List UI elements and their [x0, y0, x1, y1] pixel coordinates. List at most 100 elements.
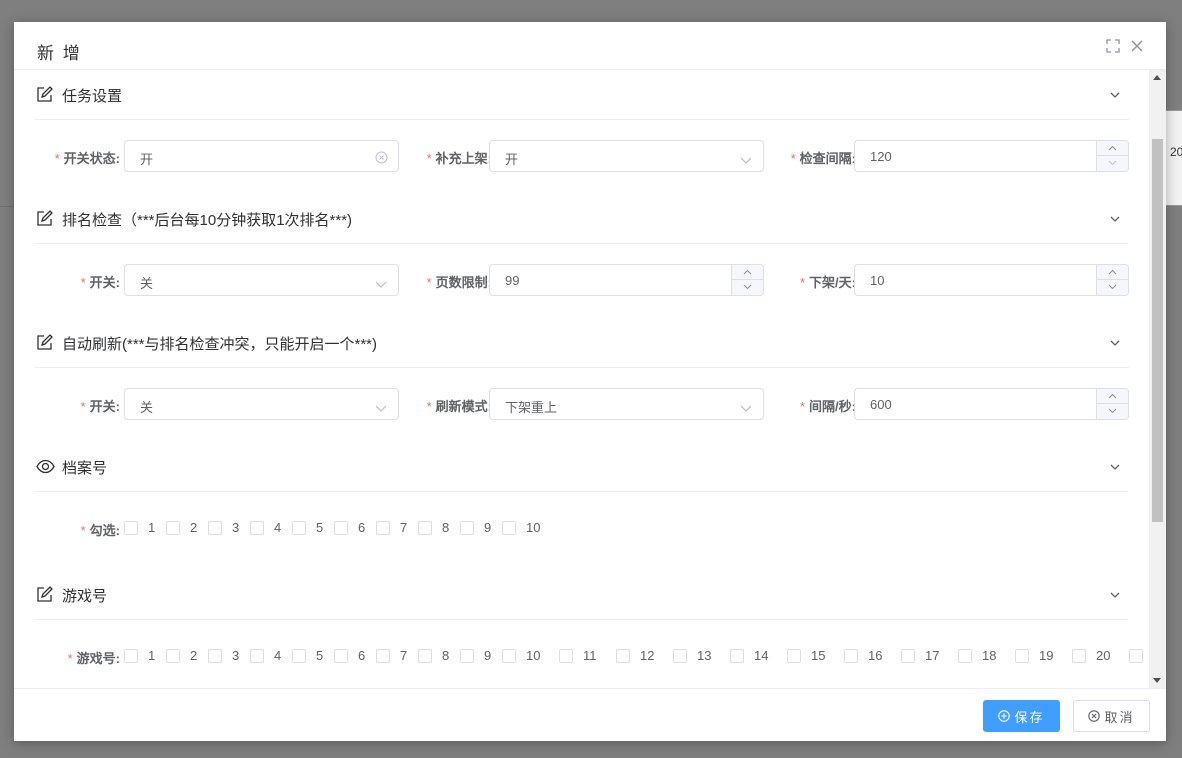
ranking-switch-value: 关: [140, 276, 154, 291]
game-check-label: * 游戏号:: [67, 651, 120, 666]
checkbox[interactable]: [166, 521, 180, 535]
fullscreen-icon[interactable]: [1106, 39, 1122, 55]
checkbox-label: 4: [274, 648, 282, 663]
checkbox[interactable]: [460, 649, 474, 663]
checkbox[interactable]: [250, 649, 264, 663]
background-page-strip: 20: [1166, 110, 1182, 206]
checkbox[interactable]: [901, 649, 915, 663]
increase-button[interactable]: [732, 265, 763, 280]
checkbox[interactable]: [334, 649, 348, 663]
check-interval-label: * 检查间隔:: [790, 151, 856, 166]
checkbox[interactable]: [292, 521, 306, 535]
decrease-button[interactable]: [1097, 280, 1128, 295]
switch-status-value: 开: [140, 152, 154, 167]
add-dialog: 新 增 任务设置 * 开关状态: 开 * 补充上架: 开 * 检查间隔: 120…: [14, 22, 1166, 741]
ranking-switch-label: * 开关:: [80, 275, 120, 290]
checkbox[interactable]: [334, 521, 348, 535]
section-game-title: 游戏号: [62, 588, 108, 605]
increase-button[interactable]: [1097, 389, 1128, 404]
checkbox[interactable]: [166, 649, 180, 663]
decrease-button[interactable]: [1097, 156, 1128, 171]
checkbox[interactable]: [124, 521, 138, 535]
scroll-down-arrow-icon[interactable]: [1153, 678, 1161, 683]
decrease-button[interactable]: [732, 280, 763, 295]
check-interval-input[interactable]: 120: [854, 140, 1129, 172]
checkbox[interactable]: [1072, 649, 1086, 663]
eye-icon: [36, 458, 55, 475]
checkbox-label: 18: [982, 648, 997, 663]
checkbox[interactable]: [673, 649, 687, 663]
refresh-mode-value: 下架重上: [505, 400, 558, 415]
check-interval-value: 120: [870, 149, 892, 164]
ranking-switch-select[interactable]: 关: [124, 264, 399, 296]
checkbox-label: 11: [583, 648, 597, 663]
checkbox-label: 17: [925, 648, 940, 663]
page-limit-input[interactable]: 99: [489, 264, 764, 296]
section-task-header[interactable]: 任务设置: [34, 70, 1129, 120]
refresh-interval-value: 600: [870, 397, 892, 412]
checkbox[interactable]: [376, 649, 390, 663]
checkbox[interactable]: [460, 521, 474, 535]
section-refresh-header[interactable]: 自动刷新(***与排名检查冲突，只能开启一个***): [34, 318, 1129, 368]
close-circle-icon: [1088, 710, 1101, 722]
clear-circle-icon[interactable]: [375, 151, 388, 164]
background-hint-text: 20: [1170, 145, 1182, 159]
checkbox[interactable]: [559, 649, 573, 663]
refresh-switch-value: 关: [140, 400, 154, 415]
switch-status-select[interactable]: 开: [124, 140, 399, 172]
refresh-mode-select[interactable]: 下架重上: [489, 388, 764, 420]
cancel-button[interactable]: 取消: [1073, 700, 1150, 732]
section-ranking-title: 排名检查（***后台每10分钟获取1次排名***): [62, 212, 353, 229]
edit-icon: [36, 210, 53, 227]
chevron-down-icon: [375, 277, 387, 288]
checkbox[interactable]: [208, 649, 222, 663]
decrease-button[interactable]: [1097, 404, 1128, 419]
checkbox[interactable]: [1015, 649, 1029, 663]
checkbox[interactable]: [124, 649, 138, 663]
checkbox-label: 7: [400, 648, 408, 663]
restock-label: * 补充上架:: [426, 151, 492, 166]
close-icon[interactable]: [1130, 39, 1146, 55]
scrollbar-thumb[interactable]: [1152, 139, 1163, 522]
vertical-scrollbar[interactable]: [1149, 70, 1166, 688]
checkbox[interactable]: [502, 649, 516, 663]
checkbox-label: 9: [484, 520, 492, 535]
checkbox[interactable]: [418, 649, 432, 663]
checkbox-label: 20: [1096, 648, 1111, 663]
save-button[interactable]: 保存: [983, 700, 1060, 732]
checkbox[interactable]: [292, 649, 306, 663]
refresh-interval-label: * 间隔/秒:: [799, 399, 856, 414]
restock-select[interactable]: 开: [489, 140, 764, 172]
section-task-title: 任务设置: [62, 88, 123, 105]
checkbox[interactable]: [208, 521, 222, 535]
checkbox[interactable]: [502, 521, 516, 535]
refresh-switch-select[interactable]: 关: [124, 388, 399, 420]
section-ranking-header[interactable]: 排名检查（***后台每10分钟获取1次排名***): [34, 194, 1129, 244]
dialog-header: 新 增: [14, 22, 1166, 70]
checkbox-label: 13: [697, 648, 712, 663]
checkbox[interactable]: [616, 649, 630, 663]
save-button-label: 保存: [1014, 709, 1045, 725]
increase-button[interactable]: [1097, 141, 1128, 156]
checkbox-label: 10: [526, 648, 541, 663]
checkbox-label: 1: [148, 648, 156, 663]
section-game-header[interactable]: 游戏号: [34, 570, 1129, 620]
checkbox-label: 7: [400, 520, 408, 535]
scroll-up-arrow-icon[interactable]: [1153, 75, 1161, 80]
checkbox[interactable]: [418, 521, 432, 535]
edit-icon: [36, 86, 53, 103]
checkbox[interactable]: [958, 649, 972, 663]
checkbox[interactable]: [787, 649, 801, 663]
checkbox[interactable]: [376, 521, 390, 535]
checkbox[interactable]: [730, 649, 744, 663]
checkbox[interactable]: [1129, 649, 1143, 663]
section-archive-header[interactable]: 档案号: [34, 442, 1129, 492]
refresh-interval-input[interactable]: 600: [854, 388, 1129, 420]
checkbox-label: 15: [811, 648, 826, 663]
checkbox[interactable]: [844, 649, 858, 663]
delist-per-day-input[interactable]: 10: [854, 264, 1129, 296]
increase-button[interactable]: [1097, 265, 1128, 280]
page-limit-stepper: [731, 265, 763, 295]
game-checkbox-group-partial: [124, 676, 1124, 688]
checkbox[interactable]: [250, 521, 264, 535]
